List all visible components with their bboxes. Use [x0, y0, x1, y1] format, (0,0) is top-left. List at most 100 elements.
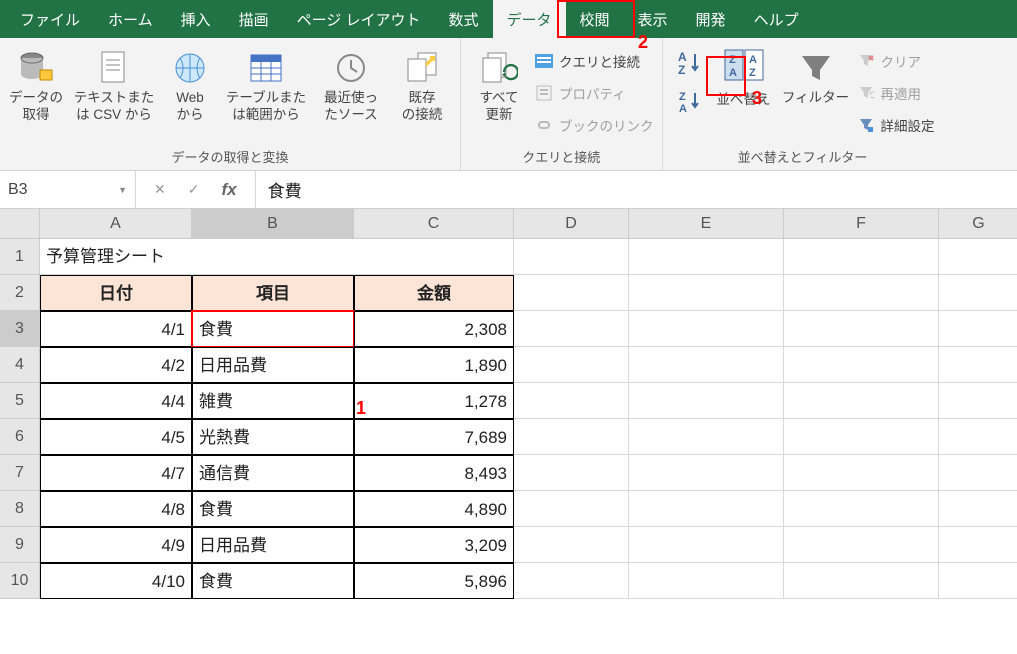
select-all-corner[interactable]: [0, 209, 40, 239]
tab-help[interactable]: ヘルプ: [740, 0, 813, 38]
cell-F5[interactable]: [784, 383, 939, 419]
cell-B6[interactable]: 光熱費: [192, 419, 354, 455]
cell-B5[interactable]: 雑費: [192, 383, 354, 419]
cell-G10[interactable]: [939, 563, 1017, 599]
col-header-C[interactable]: C: [354, 209, 514, 239]
cell-A1[interactable]: 予算管理シート: [40, 239, 514, 275]
cell-E6[interactable]: [629, 419, 784, 455]
get-data-button[interactable]: データの 取得: [8, 44, 64, 124]
advanced-filter-button[interactable]: 詳細設定: [857, 112, 935, 138]
row-header-4[interactable]: 4: [0, 347, 40, 383]
cell-E8[interactable]: [629, 491, 784, 527]
cell-F1[interactable]: [784, 239, 939, 275]
cell-F3[interactable]: [784, 311, 939, 347]
from-csv-button[interactable]: テキストまた は CSV から: [70, 44, 158, 124]
col-header-A[interactable]: A: [40, 209, 192, 239]
cell-G3[interactable]: [939, 311, 1017, 347]
cell-A9[interactable]: 4/9: [40, 527, 192, 563]
cell-D1[interactable]: [514, 239, 629, 275]
cell-D3[interactable]: [514, 311, 629, 347]
cell-F4[interactable]: [784, 347, 939, 383]
cell-E5[interactable]: [629, 383, 784, 419]
cell-D7[interactable]: [514, 455, 629, 491]
sort-desc-button[interactable]: ZA: [671, 88, 709, 116]
formula-input[interactable]: 食費: [256, 177, 1017, 202]
row-header-9[interactable]: 9: [0, 527, 40, 563]
cell-G9[interactable]: [939, 527, 1017, 563]
cell-C7[interactable]: 8,493: [354, 455, 514, 491]
cell-D2[interactable]: [514, 275, 629, 311]
cell-C6[interactable]: 7,689: [354, 419, 514, 455]
cell-G8[interactable]: [939, 491, 1017, 527]
row-header-10[interactable]: 10: [0, 563, 40, 599]
cell-A3[interactable]: 4/1: [40, 311, 192, 347]
filter-button[interactable]: フィルター: [781, 44, 851, 107]
cell-C5[interactable]: 1,278: [354, 383, 514, 419]
cell-B9[interactable]: 日用品費: [192, 527, 354, 563]
row-header-6[interactable]: 6: [0, 419, 40, 455]
recent-sources-button[interactable]: 最近使っ たソース: [316, 44, 386, 124]
cell-G1[interactable]: [939, 239, 1017, 275]
cell-A2[interactable]: 日付: [40, 275, 192, 311]
row-header-2[interactable]: 2: [0, 275, 40, 311]
existing-conn-button[interactable]: 既存 の接続: [392, 44, 452, 124]
cell-A6[interactable]: 4/5: [40, 419, 192, 455]
cell-F7[interactable]: [784, 455, 939, 491]
tab-formulas[interactable]: 数式: [434, 0, 492, 38]
from-web-button[interactable]: Web から: [164, 44, 216, 124]
col-header-F[interactable]: F: [784, 209, 939, 239]
spreadsheet-grid[interactable]: A B C D E F G 1 予算管理シート 2 日付 項目 金額 3 4/1…: [0, 209, 1017, 599]
col-header-E[interactable]: E: [629, 209, 784, 239]
name-box[interactable]: B3 ▼: [0, 171, 136, 208]
tab-page-layout[interactable]: ページ レイアウト: [283, 0, 435, 38]
row-header-3[interactable]: 3: [0, 311, 40, 347]
tab-review[interactable]: 校閲: [566, 0, 624, 38]
queries-connections-button[interactable]: クエリと接続: [535, 48, 654, 74]
row-header-8[interactable]: 8: [0, 491, 40, 527]
row-header-7[interactable]: 7: [0, 455, 40, 491]
cell-G6[interactable]: [939, 419, 1017, 455]
tab-data[interactable]: データ: [493, 0, 566, 38]
tab-home[interactable]: ホーム: [94, 0, 167, 38]
cell-B8[interactable]: 食費: [192, 491, 354, 527]
cell-G2[interactable]: [939, 275, 1017, 311]
cell-B4[interactable]: 日用品費: [192, 347, 354, 383]
cell-C8[interactable]: 4,890: [354, 491, 514, 527]
cell-D5[interactable]: [514, 383, 629, 419]
cell-C3[interactable]: 2,308: [354, 311, 514, 347]
cell-D4[interactable]: [514, 347, 629, 383]
fx-icon[interactable]: fx: [221, 180, 236, 200]
cell-E1[interactable]: [629, 239, 784, 275]
cell-C9[interactable]: 3,209: [354, 527, 514, 563]
row-header-1[interactable]: 1: [0, 239, 40, 275]
col-header-D[interactable]: D: [514, 209, 629, 239]
cell-B3[interactable]: 食費: [192, 311, 354, 347]
sort-asc-button[interactable]: AZ: [671, 44, 709, 82]
cell-E2[interactable]: [629, 275, 784, 311]
cell-B10[interactable]: 食費: [192, 563, 354, 599]
cell-F8[interactable]: [784, 491, 939, 527]
cell-D8[interactable]: [514, 491, 629, 527]
tab-view[interactable]: 表示: [624, 0, 682, 38]
cell-D9[interactable]: [514, 527, 629, 563]
cell-B7[interactable]: 通信費: [192, 455, 354, 491]
cell-G5[interactable]: [939, 383, 1017, 419]
cell-E7[interactable]: [629, 455, 784, 491]
cell-G4[interactable]: [939, 347, 1017, 383]
refresh-all-button[interactable]: すべて 更新: [469, 44, 529, 124]
tab-file[interactable]: ファイル: [6, 0, 94, 38]
cell-C10[interactable]: 5,896: [354, 563, 514, 599]
cell-F9[interactable]: [784, 527, 939, 563]
row-header-5[interactable]: 5: [0, 383, 40, 419]
tab-developer[interactable]: 開発: [682, 0, 740, 38]
cell-E4[interactable]: [629, 347, 784, 383]
cell-A4[interactable]: 4/2: [40, 347, 192, 383]
tab-draw[interactable]: 描画: [225, 0, 283, 38]
col-header-B[interactable]: B: [192, 209, 354, 239]
cell-C4[interactable]: 1,890: [354, 347, 514, 383]
cancel-icon[interactable]: ✕: [154, 181, 166, 198]
cell-F6[interactable]: [784, 419, 939, 455]
cell-F10[interactable]: [784, 563, 939, 599]
cell-B2[interactable]: 項目: [192, 275, 354, 311]
sort-button[interactable]: ZAAZ: [713, 44, 775, 84]
